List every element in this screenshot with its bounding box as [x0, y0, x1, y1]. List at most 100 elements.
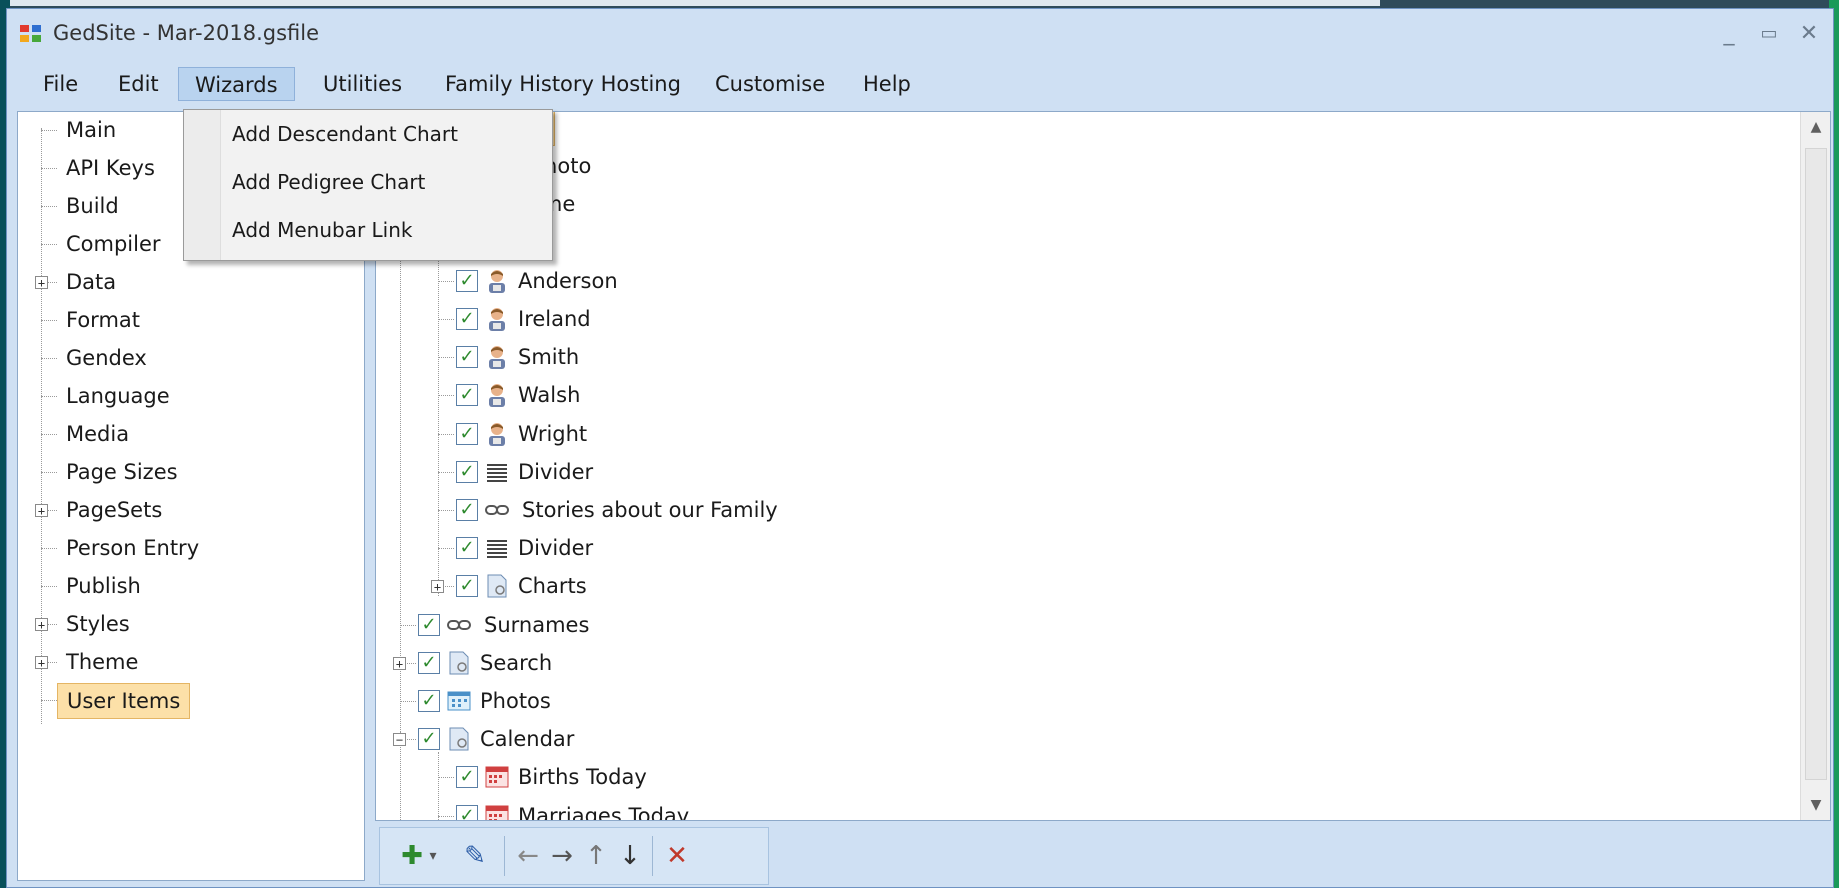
title-bar[interactable]: GedSite - Mar-2018.gsfile _ ▭ ✕: [7, 9, 1833, 59]
item-checkbox[interactable]: ✓: [456, 308, 478, 330]
user-item-search[interactable]: Search: [480, 645, 552, 681]
divider-icon: [484, 459, 510, 485]
user-item-anderson[interactable]: Anderson: [518, 263, 618, 299]
item-checkbox[interactable]: ✓: [456, 537, 478, 560]
user-item-charts[interactable]: Charts: [518, 568, 587, 604]
user-item-divider[interactable]: Divider: [518, 530, 593, 566]
menu-add-pedigree-chart[interactable]: Add Pedigree Chart: [232, 164, 425, 200]
item-checkbox[interactable]: ✓: [456, 575, 478, 598]
user-item-photos[interactable]: Photos: [480, 683, 551, 719]
move-left-icon[interactable]: ←: [514, 838, 542, 874]
tree-connector: [400, 701, 416, 702]
user-item-divider[interactable]: Divider: [518, 454, 593, 490]
menu-add-descendant-chart[interactable]: Add Descendant Chart: [232, 116, 458, 152]
calendar-icon: [484, 764, 510, 790]
item-checkbox[interactable]: ✓: [418, 651, 440, 674]
person-icon: [484, 306, 510, 332]
expand-icon[interactable]: +: [35, 504, 48, 517]
maximize-button[interactable]: ▭: [1751, 19, 1787, 49]
tree-item-publish[interactable]: Publish: [66, 568, 141, 604]
user-item-surnames[interactable]: Surnames: [484, 607, 589, 643]
tree-connector: [41, 206, 57, 207]
move-down-icon[interactable]: ↓: [616, 838, 644, 874]
add-dropdown-icon[interactable]: ▾: [426, 838, 440, 874]
tree-item-api-keys[interactable]: API Keys: [66, 150, 155, 186]
person-icon: [484, 344, 510, 370]
expand-icon[interactable]: +: [393, 656, 406, 670]
user-item-calendar[interactable]: Calendar: [480, 721, 574, 757]
tree-item-gendex[interactable]: Gendex: [66, 340, 147, 376]
item-checkbox[interactable]: ✓: [456, 269, 478, 292]
menu-gutter: [184, 110, 221, 260]
menu-bar: File Edit Wizards Utilities Family Histo…: [7, 59, 1833, 107]
tree-connector: [41, 168, 57, 169]
user-item-ireland[interactable]: Ireland: [518, 301, 591, 337]
menu-utilities[interactable]: Utilities: [307, 67, 418, 101]
item-checkbox[interactable]: ✓: [418, 690, 440, 712]
collapse-icon[interactable]: −: [393, 733, 406, 747]
expand-icon[interactable]: +: [35, 656, 48, 669]
tree-item-data[interactable]: Data: [66, 264, 116, 300]
tree-item-language[interactable]: Language: [66, 378, 170, 414]
menu-family-history-hosting[interactable]: Family History Hosting: [429, 67, 697, 101]
menu-file[interactable]: File: [27, 67, 94, 101]
tree-item-person-entry[interactable]: Person Entry: [66, 530, 199, 566]
tree-connector: [438, 395, 454, 397]
user-item-wright[interactable]: Wright: [518, 416, 587, 452]
tree-item-media[interactable]: Media: [66, 416, 129, 452]
tree-item-compiler[interactable]: Compiler: [66, 226, 161, 262]
tree-item-user-items[interactable]: User Items: [57, 683, 191, 719]
expand-icon[interactable]: +: [431, 580, 444, 594]
vertical-scrollbar[interactable]: ▲ ▼: [1800, 112, 1830, 820]
tree-connector: [438, 319, 454, 320]
minimize-button[interactable]: _: [1711, 19, 1747, 49]
tree-item-build[interactable]: Build: [66, 188, 119, 224]
tree-item-pagesets[interactable]: PageSets: [66, 492, 162, 528]
item-checkbox[interactable]: ✓: [418, 728, 440, 751]
add-icon[interactable]: ✚: [398, 838, 426, 874]
item-checkbox[interactable]: ✓: [456, 384, 478, 407]
move-up-icon[interactable]: ↑: [582, 838, 610, 874]
close-button[interactable]: ✕: [1791, 19, 1827, 49]
tree-connector: [438, 548, 454, 550]
tree-item-main[interactable]: Main: [66, 112, 116, 148]
photos-icon: [446, 688, 472, 714]
user-item-walsh[interactable]: Walsh: [518, 377, 580, 413]
user-item-smith[interactable]: Smith: [518, 339, 579, 375]
tree-item-format[interactable]: Format: [66, 302, 140, 338]
tree-connector: [41, 130, 57, 131]
menu-customise[interactable]: Customise: [699, 67, 841, 101]
tree-item-theme[interactable]: Theme: [66, 644, 138, 680]
tree-connector: [438, 815, 454, 817]
expand-icon[interactable]: +: [35, 276, 48, 289]
page-icon: [484, 573, 510, 599]
scroll-thumb[interactable]: [1805, 148, 1827, 780]
tree-item-page-sizes[interactable]: Page Sizes: [66, 454, 178, 490]
expand-icon[interactable]: +: [35, 618, 48, 631]
menu-edit[interactable]: Edit: [102, 67, 175, 101]
item-checkbox[interactable]: ✓: [456, 766, 478, 789]
app-logo-icon: [20, 25, 42, 43]
item-checkbox[interactable]: ✓: [456, 804, 478, 820]
item-checkbox[interactable]: ✓: [418, 613, 440, 636]
item-checkbox[interactable]: ✓: [456, 422, 478, 445]
user-item-births-today[interactable]: Births Today: [518, 759, 647, 795]
menu-add-menubar-link[interactable]: Add Menubar Link: [232, 212, 412, 248]
tree-connector: [41, 128, 42, 724]
user-item-marriages-today[interactable]: Marriages Today: [518, 798, 689, 820]
item-checkbox[interactable]: ✓: [456, 460, 478, 483]
link-icon: [446, 612, 472, 638]
scroll-down-icon[interactable]: ▼: [1801, 790, 1830, 820]
menu-wizards[interactable]: Wizards: [178, 67, 295, 101]
scroll-up-icon[interactable]: ▲: [1801, 112, 1830, 142]
menu-help[interactable]: Help: [847, 67, 927, 101]
item-checkbox[interactable]: ✓: [456, 499, 478, 521]
move-right-icon[interactable]: →: [548, 838, 576, 874]
edit-icon[interactable]: ✎: [460, 838, 490, 874]
user-item-stories-about-our-family[interactable]: Stories about our Family: [522, 492, 778, 528]
item-checkbox[interactable]: ✓: [456, 346, 478, 369]
delete-icon[interactable]: ✕: [662, 838, 692, 874]
item-toolbar: ✚ ▾ ✎ ← → ↑ ↓ ✕: [379, 827, 769, 885]
tree-connector: [438, 280, 454, 282]
tree-item-styles[interactable]: Styles: [66, 606, 130, 642]
